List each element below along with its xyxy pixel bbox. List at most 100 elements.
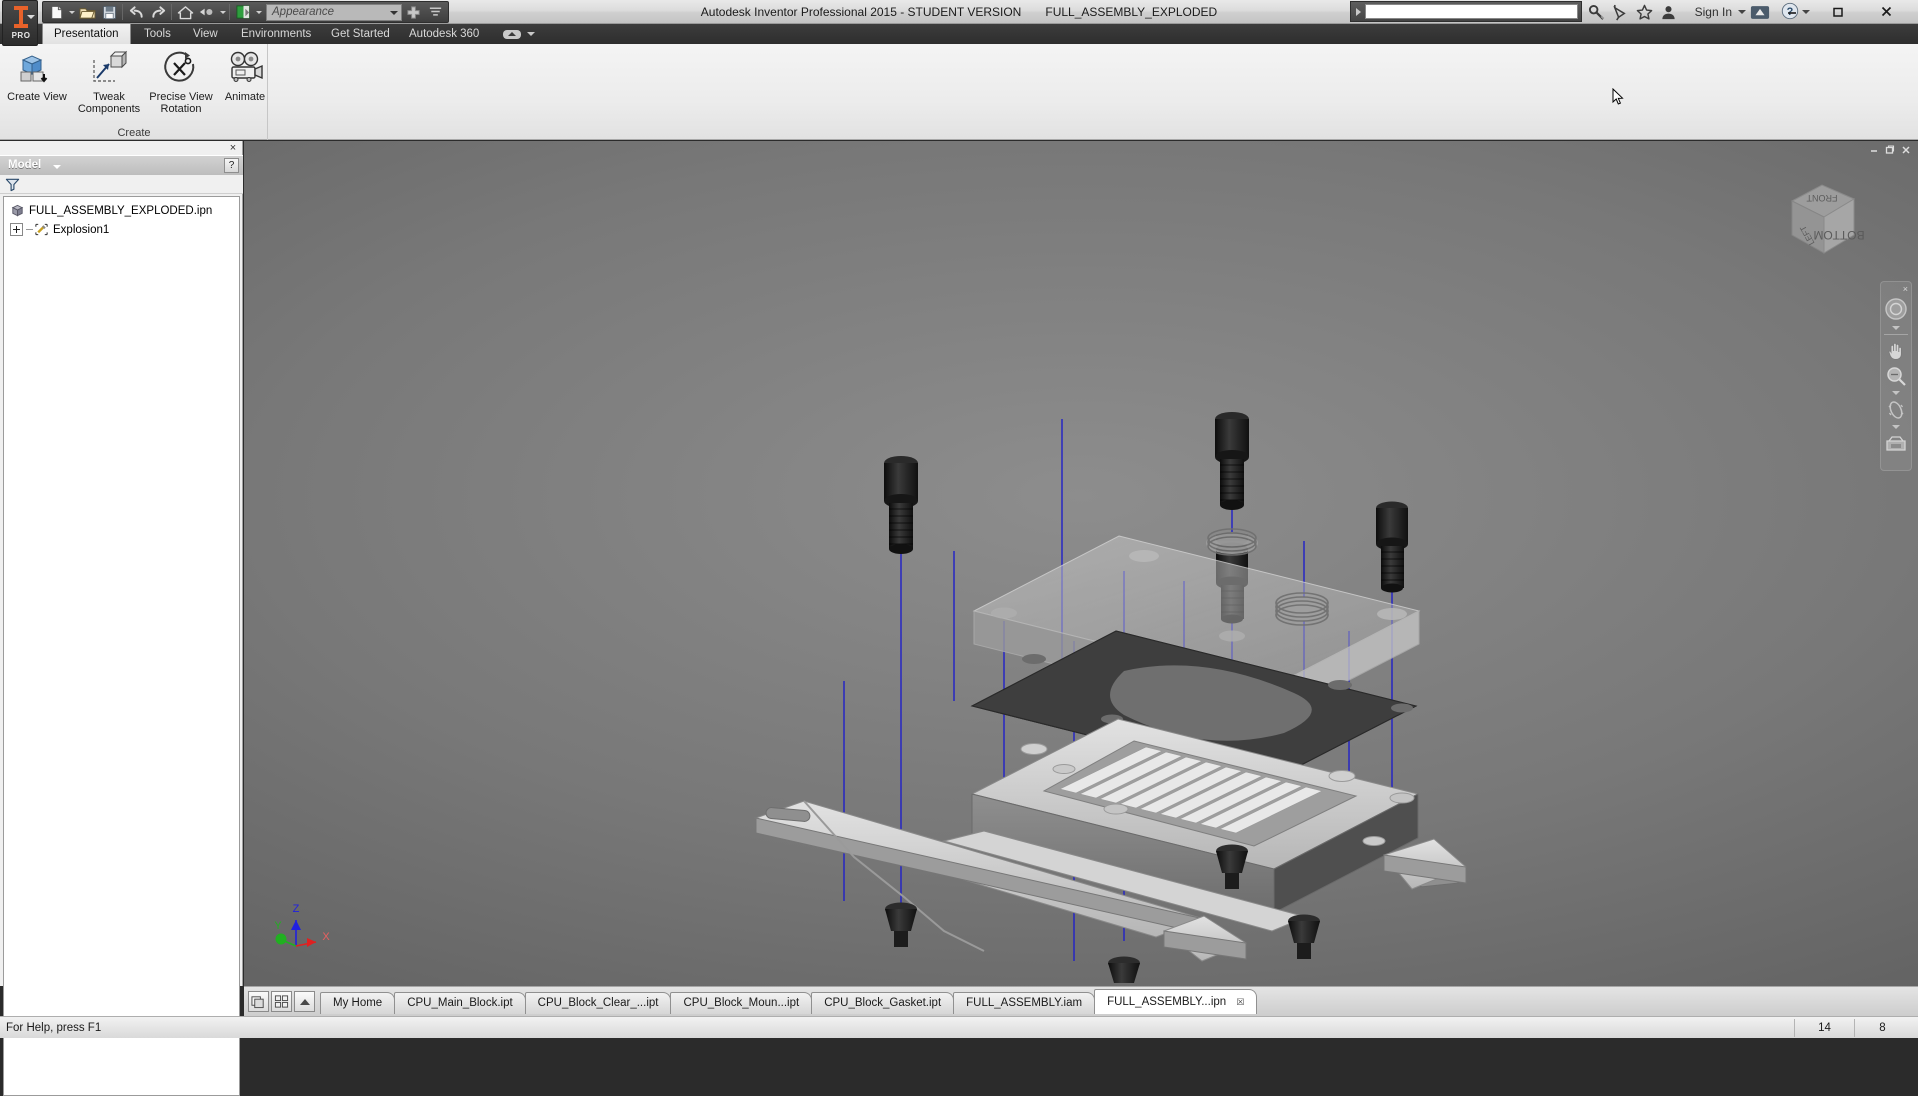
status-bar: For Help, press F1 14 8 (0, 1016, 1918, 1038)
flat-head-screw (1108, 957, 1140, 984)
user-account-icon[interactable] (1658, 2, 1678, 22)
app-title-text: Autodesk Inventor Professional 2015 - ST… (701, 5, 1022, 19)
tweak-components-button[interactable]: TweakComponents (74, 48, 144, 118)
animate-label: Animate (203, 91, 287, 103)
viewport-close-button[interactable] (1898, 143, 1914, 157)
doc-tab-cpu-block-mount[interactable]: CPU_Block_Moun...ipt (670, 992, 812, 1014)
application-menu-button[interactable]: PRO (2, 0, 38, 46)
search-input[interactable] (1365, 4, 1578, 19)
model-tree[interactable]: FULL_ASSEMBLY_EXPLODED.ipn Explosion1 (3, 196, 240, 1096)
document-tab-strip: My Home CPU_Main_Block.ipt CPU_Block_Cle… (244, 986, 1918, 1016)
explosion-view-icon (34, 222, 49, 237)
model-browser-panel: × Model ? FULL_ASSEMBLY_EXPLODED.ipn (0, 141, 243, 986)
doc-tab-label: FULL_ASSEMBLY...ipn (1107, 996, 1226, 1008)
search-box[interactable] (1350, 1, 1582, 22)
doc-tab-full-assembly-iam[interactable]: FULL_ASSEMBLY.iam (953, 992, 1095, 1014)
expand-plus-icon[interactable] (10, 223, 23, 236)
chevron-down-icon[interactable] (390, 11, 398, 15)
document-title-text: FULL_ASSEMBLY_EXPLODED (1045, 5, 1217, 19)
tab-get-started[interactable]: Get Started (320, 24, 401, 44)
flat-head-screw (885, 903, 917, 948)
window-close-button[interactable] (1864, 1, 1908, 22)
doc-tab-my-home[interactable]: My Home (320, 992, 395, 1014)
tree-node-document[interactable]: FULL_ASSEMBLY_EXPLODED.ipn (7, 201, 239, 220)
ribbon-panel-area: Create View TweakComponents (0, 44, 1918, 140)
search-expand-icon[interactable] (1351, 3, 1365, 21)
create-view-icon (17, 48, 57, 88)
ribbon-panel-create: Create View TweakComponents (0, 44, 268, 140)
save-disk-icon[interactable] (98, 2, 120, 22)
tweak-components-icon (89, 48, 129, 88)
close-icon[interactable]: × (227, 143, 239, 155)
search-key-icon[interactable] (1586, 2, 1606, 22)
redo-arrow-icon[interactable] (147, 2, 169, 22)
axis-label-x: X (322, 931, 330, 943)
create-view-button[interactable]: Create View (2, 48, 72, 118)
mouse-cursor (1612, 88, 1624, 106)
tile-windows-button[interactable] (271, 991, 292, 1012)
chevron-down-icon[interactable] (53, 165, 61, 169)
satellite-dish-icon[interactable] (1610, 2, 1630, 22)
browser-help-button[interactable]: ? (224, 158, 239, 173)
autodesk-exchange-icon[interactable] (1750, 2, 1770, 22)
flat-head-screw (1288, 915, 1320, 960)
exploded-assembly-model[interactable] (244, 141, 1918, 986)
scroll-up-button[interactable] (294, 991, 315, 1012)
tab-view[interactable]: View (182, 24, 229, 44)
tab-autodesk-360[interactable]: Autodesk 360 (398, 24, 490, 44)
browser-header[interactable]: Model ? (0, 155, 243, 175)
sign-in-button[interactable]: Sign In (1695, 0, 1732, 24)
open-folder-icon[interactable] (76, 2, 98, 22)
title-bar: PRO Appeara (0, 0, 1918, 24)
qat-overflow-icon[interactable] (424, 2, 446, 22)
viewport-window-controls (1866, 143, 1914, 157)
filter-funnel-icon[interactable] (5, 177, 20, 197)
undo-arrow-icon[interactable] (125, 2, 147, 22)
socket-head-bolt (884, 456, 918, 554)
return-icon[interactable] (196, 2, 218, 22)
return-dropdown-icon[interactable] (218, 2, 227, 22)
appearance-dropdown-icon[interactable] (254, 2, 263, 22)
new-file-dropdown-icon[interactable] (67, 2, 76, 22)
tab-presentation[interactable]: Presentation (42, 24, 131, 44)
pro-badge: PRO (3, 31, 39, 40)
status-cell-count-1: 14 (1794, 1019, 1854, 1037)
socket-head-bolt (1376, 502, 1408, 593)
animate-button[interactable]: Animate (210, 48, 280, 118)
assembly-document-icon (10, 203, 25, 218)
star-favorite-icon[interactable] (1634, 2, 1654, 22)
appearance-field[interactable]: Appearance (266, 4, 402, 21)
viewport-restore-button[interactable] (1882, 143, 1898, 157)
tree-connector (26, 229, 33, 230)
cascade-windows-button[interactable] (248, 991, 269, 1012)
quick-access-toolbar: Appearance (42, 1, 449, 23)
threaded-port (1206, 529, 1258, 555)
viewport-minimize-button[interactable] (1866, 143, 1882, 157)
graphics-viewport[interactable]: FRONT LEFT BOTTOM × (244, 141, 1918, 986)
window-maximize-button[interactable] (1816, 1, 1860, 22)
window-minimize-button[interactable] (1770, 1, 1814, 22)
chevron-down-icon[interactable] (1738, 10, 1746, 14)
doc-tab-cpu-block-gasket[interactable]: CPU_Block_Gasket.ipt (811, 992, 954, 1014)
close-icon[interactable]: ☒ (1236, 997, 1244, 1007)
cloud-sync-icon[interactable] (502, 27, 522, 41)
customize-qat-plus-icon[interactable] (402, 2, 424, 22)
tab-environments[interactable]: Environments (230, 24, 322, 44)
chevron-down-icon[interactable] (527, 32, 535, 36)
paint-bucket-icon[interactable] (232, 2, 254, 22)
chevron-down-icon[interactable] (27, 15, 35, 19)
doc-tab-full-assembly-ipn[interactable]: FULL_ASSEMBLY...ipn ☒ (1094, 989, 1257, 1014)
status-cell-count-2: 8 (1854, 1019, 1910, 1037)
toolbar-separator (171, 4, 172, 20)
tree-node-explosion[interactable]: Explosion1 (7, 220, 239, 239)
tab-tools[interactable]: Tools (133, 24, 182, 44)
doc-tab-cpu-main-block[interactable]: CPU_Main_Block.ipt (394, 992, 525, 1014)
precise-view-rotation-button[interactable]: Precise ViewRotation (146, 48, 216, 118)
status-message: For Help, press F1 (6, 1022, 101, 1034)
socket-head-bolt (1215, 412, 1249, 510)
new-file-icon[interactable] (45, 2, 67, 22)
appearance-value: Appearance (272, 6, 334, 18)
precise-rotation-icon (161, 48, 201, 88)
home-icon[interactable] (174, 2, 196, 22)
doc-tab-cpu-block-clear[interactable]: CPU_Block_Clear_...ipt (525, 992, 672, 1014)
